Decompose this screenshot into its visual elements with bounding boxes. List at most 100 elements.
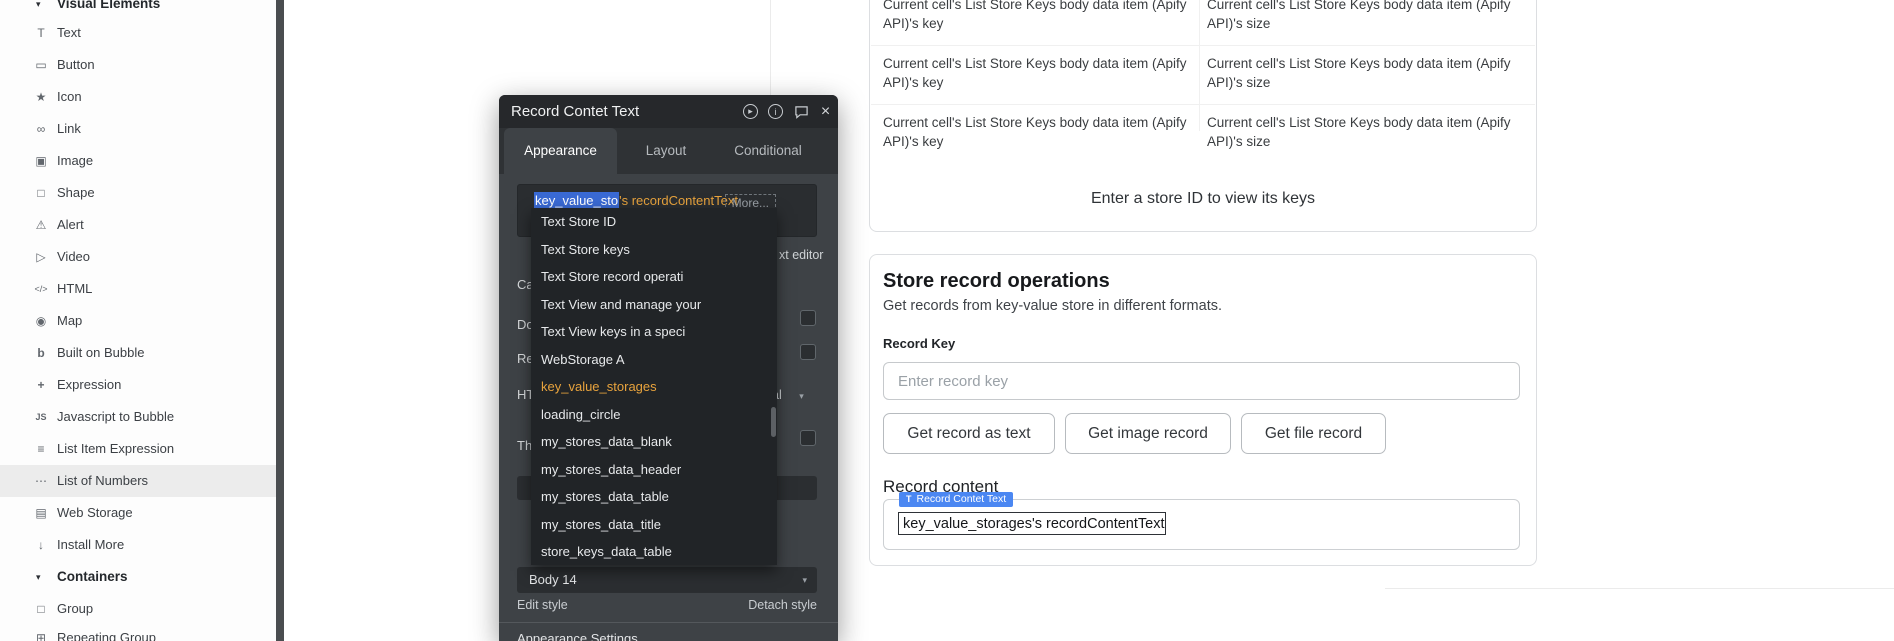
autocomplete-item[interactable]: Text View and manage your [531,291,777,319]
sidebar-item-icon[interactable]: ★ Icon [0,81,276,113]
style-select[interactable]: Body 14 ▾ [517,567,817,593]
close-icon[interactable]: × [817,103,834,120]
card-subtitle[interactable]: Get records from key-value store in diff… [883,298,1222,314]
sidebar-item-image[interactable]: ▣ Image [0,145,276,177]
empty-state-message[interactable]: Enter a store ID to view its keys [869,190,1537,208]
sidebar-item-text[interactable]: T Text [0,17,276,49]
sidebar-item-shape[interactable]: □ Shape [0,177,276,209]
sidebar-item-built-on-bubble[interactable]: b Built on Bubble [0,337,276,369]
group-icon: □ [30,593,52,625]
autocomplete-item[interactable]: Text Store record operati [531,263,777,291]
autocomplete-item[interactable]: Text View keys in a speci [531,318,777,346]
selected-text-element[interactable]: key_value_storages's recordContentText [898,512,1166,535]
section-containers[interactable]: ▾ Containers [0,561,276,593]
tab-conditional[interactable]: Conditional [731,128,805,174]
grid-row-divider [871,45,1535,46]
link-icon: ∞ [30,113,52,145]
grid-cell-key[interactable]: Current cell's List Store Keys body data… [883,54,1198,92]
text-icon: T [30,17,52,49]
grid-row-divider [871,104,1535,105]
button-icon: ▭ [30,49,52,81]
text-element-icon: T [906,492,912,507]
sidebar-item-html[interactable]: </> HTML [0,273,276,305]
javascript-to-bubble-icon: JS [30,401,52,433]
chevron-down-icon: ▾ [802,567,807,593]
autocomplete-item[interactable]: my_stores_data_title [531,511,777,539]
sidebar-item-list-of-numbers[interactable]: ⋯ List of Numbers [0,465,276,497]
expression-text: key_value_sto's recordContentText [534,193,738,208]
autocomplete-item[interactable]: my_stores_data_table [531,483,777,511]
autocomplete-item[interactable]: my_stores_data_blank [531,428,777,456]
selected-text-content: key_value_storages's recordContentText [903,516,1165,532]
get-record-as-text-button[interactable]: Get record as text [883,413,1055,454]
record-key-label: Record Key [883,336,955,351]
grid-cell-size[interactable]: Current cell's List Store Keys body data… [1207,113,1522,151]
dropdown-scrollbar[interactable] [771,407,776,437]
autocomplete-item[interactable]: store_keys_data_table [531,538,777,565]
autocomplete-item[interactable]: loading_circle [531,401,777,429]
page-boundary-vertical [770,0,771,95]
sidebar-item-button[interactable]: ▭ Button [0,49,276,81]
alert-icon: ⚠ [30,209,52,241]
expression-autocomplete-dropdown: Text Store ID Text Store keys Text Store… [531,208,777,565]
grid-cell-key[interactable]: Current cell's List Store Keys body data… [883,0,1198,33]
map-icon: ◉ [30,305,52,337]
sidebar-item-map[interactable]: ◉ Map [0,305,276,337]
chevron-down-icon: ▾ [799,391,804,401]
detach-style-link[interactable]: Detach style [748,598,817,612]
sidebar-item-install-more[interactable]: ↓ Install More [0,529,276,561]
sidebar-item-list-item-expression[interactable]: ≡ List Item Expression [0,433,276,465]
edit-style-link[interactable]: Edit style [517,598,568,612]
preview-play-icon[interactable]: ▸ [742,103,759,120]
sidebar-item-alert[interactable]: ⚠ Alert [0,209,276,241]
autocomplete-item[interactable]: WebStorage A [531,346,777,374]
sidebar-item-repeating-group[interactable]: ⊞ Repeating Group [0,622,276,641]
tab-layout[interactable]: Layout [635,128,697,174]
repeating-group-icon: ⊞ [30,622,52,641]
sidebar-scrollbar[interactable] [276,0,284,641]
html-icon: </> [30,273,52,305]
expression-icon: + [30,369,52,401]
expression-selected-token: key_value_sto [534,192,619,209]
autocomplete-item[interactable]: Text Store keys [531,236,777,264]
get-image-record-button[interactable]: Get image record [1065,413,1231,454]
comment-icon[interactable] [793,103,810,120]
icon-element-icon: ★ [30,81,52,113]
sidebar-item-javascript-to-bubble[interactable]: JS Javascript to Bubble [0,401,276,433]
property-checkbox[interactable] [800,430,816,446]
grid-cell-size[interactable]: Current cell's List Store Keys body data… [1207,54,1522,92]
sidebar-item-video[interactable]: ▷ Video [0,241,276,273]
video-icon: ▷ [30,241,52,273]
autocomplete-item-highlighted[interactable]: key_value_storages [531,373,777,401]
chevron-down-icon: ▾ [36,561,41,593]
sidebar-item-expression[interactable]: + Expression [0,369,276,401]
sidebar-item-group[interactable]: □ Group [0,593,276,625]
sidebar-item-web-storage[interactable]: ▤ Web Storage [0,497,276,529]
grid-cell-size[interactable]: Current cell's List Store Keys body data… [1207,0,1522,33]
install-more-icon: ↓ [30,529,52,561]
property-editor-header[interactable]: Record Contet Text ▸ i × [499,95,838,128]
list-of-numbers-icon: ⋯ [30,465,52,497]
get-file-record-button[interactable]: Get file record [1241,413,1386,454]
selected-element-tag[interactable]: T Record Contet Text [899,492,1013,507]
divider [499,622,838,623]
sidebar-item-link[interactable]: ∞ Link [0,113,276,145]
tab-appearance[interactable]: Appearance [504,128,617,174]
advanced-text-editor-link[interactable]: xt editor [779,248,823,262]
built-on-bubble-icon: b [30,337,52,369]
property-checkbox[interactable] [800,344,816,360]
card-title[interactable]: Store record operations [883,270,1110,293]
property-checkbox[interactable] [800,310,816,326]
autocomplete-item[interactable]: my_stores_data_header [531,456,777,484]
element-palette-sidebar: ▾ Visual Elements T Text ▭ Button ★ Icon… [0,0,284,641]
record-key-input[interactable] [883,362,1520,400]
property-label-clipped: Th [517,438,532,453]
grid-column-divider [1199,0,1200,131]
appearance-settings-header[interactable]: Appearance Settings [517,631,638,641]
info-icon[interactable]: i [767,103,784,120]
bubble-editor: Current cell's List Store Keys body data… [0,0,1894,641]
grid-cell-key[interactable]: Current cell's List Store Keys body data… [883,113,1198,151]
page-boundary-horizontal [1385,588,1894,589]
list-item-expression-icon: ≡ [30,433,52,465]
autocomplete-item[interactable]: Text Store ID [531,208,777,236]
